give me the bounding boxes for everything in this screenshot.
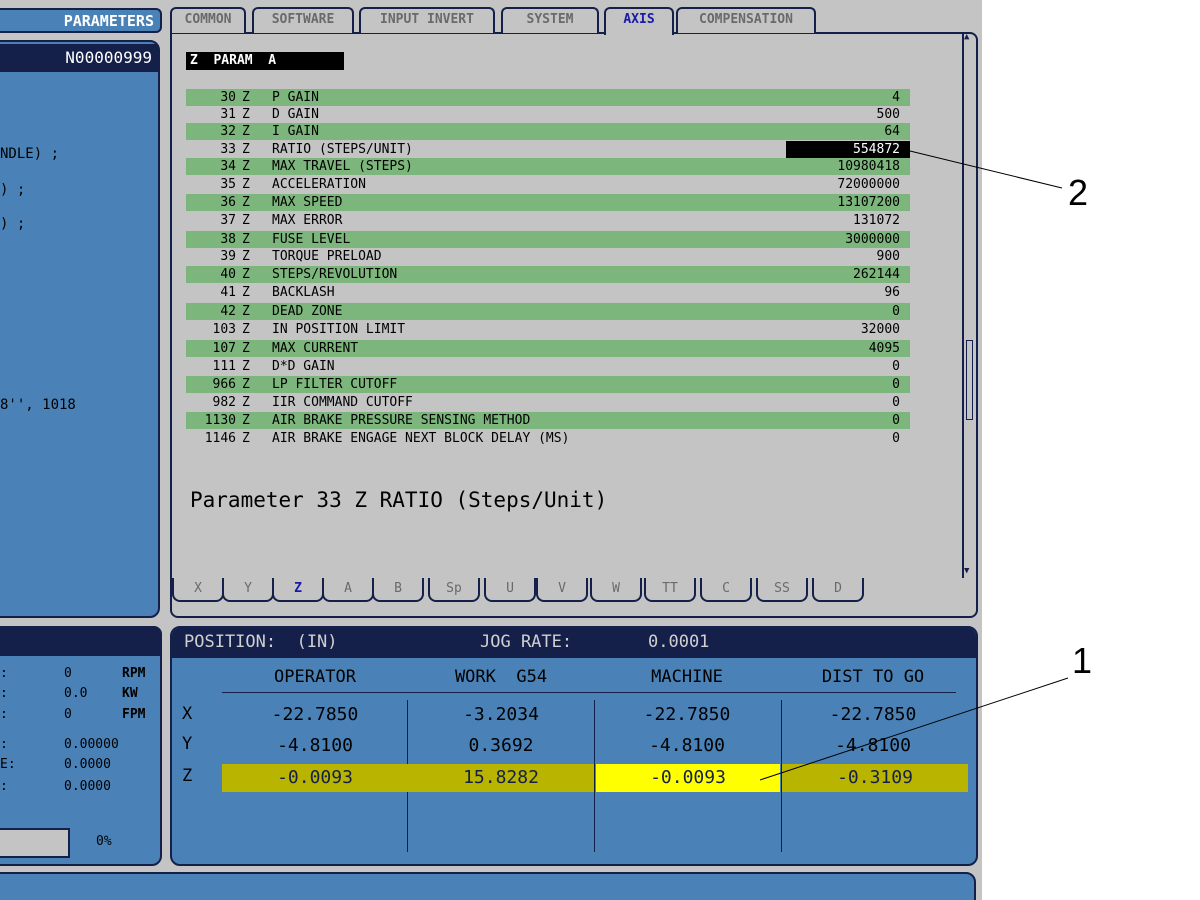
callout-line-1	[759, 677, 1069, 781]
callout-lines	[759, 150, 1069, 781]
callout-line-2	[909, 150, 1063, 189]
callout-1: 1	[1072, 640, 1093, 681]
callout-2: 2	[1068, 172, 1089, 213]
